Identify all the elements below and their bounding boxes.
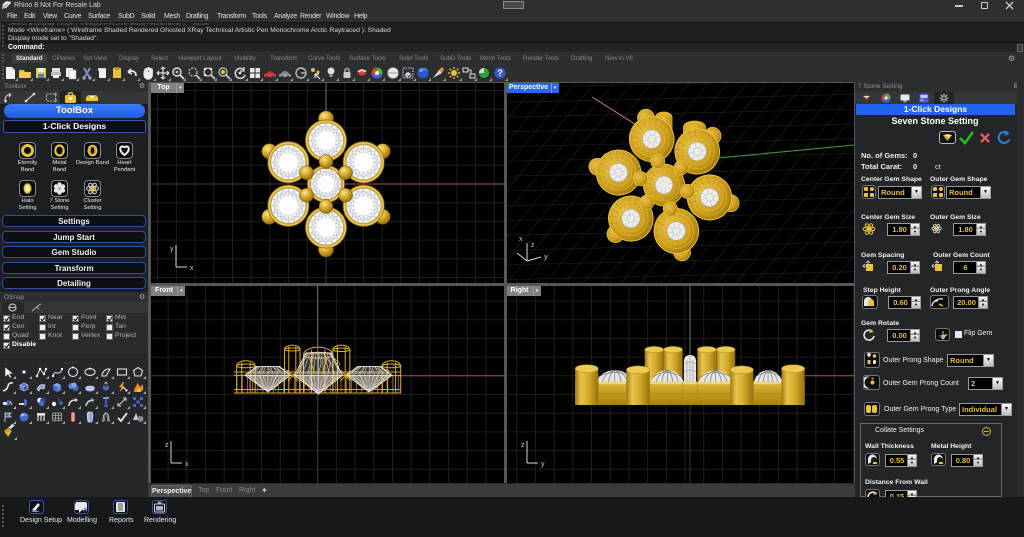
svg-text:z: z <box>531 242 535 249</box>
svg-text:z: z <box>521 442 525 449</box>
svg-text:A: A <box>83 508 88 513</box>
svg-text:y: y <box>170 246 174 253</box>
svg-text:?: ? <box>497 68 503 78</box>
svg-text:x: x <box>519 236 523 243</box>
svg-text:y: y <box>544 254 548 261</box>
svg-text:x: x <box>185 461 189 468</box>
svg-text:z: z <box>165 442 169 449</box>
svg-text:y: y <box>541 461 545 468</box>
svg-text:x: x <box>190 265 194 272</box>
